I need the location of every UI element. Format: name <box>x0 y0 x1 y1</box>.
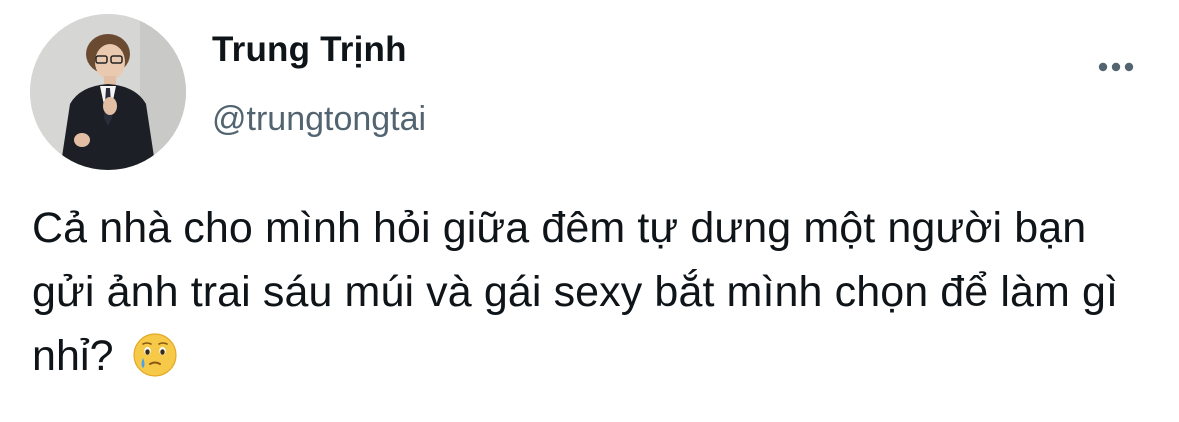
face-holding-back-tears-icon <box>133 333 177 377</box>
author-display-name[interactable]: Trung Trịnh <box>212 30 407 70</box>
author-handle[interactable]: @trungtongtai <box>212 100 426 139</box>
avatar[interactable] <box>30 14 186 170</box>
more-horizontal-icon <box>1098 62 1134 72</box>
profile-photo-icon <box>30 14 186 170</box>
tweet-text-container: Cả nhà cho mình hỏi giữa đêm tự dưng một… <box>32 196 1152 388</box>
more-options-button[interactable] <box>1090 50 1142 84</box>
tweet-card: Trung Trịnh @trungtongtai Cả nhà cho mìn… <box>0 0 1179 422</box>
tweet-text: Cả nhà cho mình hỏi giữa đêm tự dưng một… <box>32 204 1119 380</box>
